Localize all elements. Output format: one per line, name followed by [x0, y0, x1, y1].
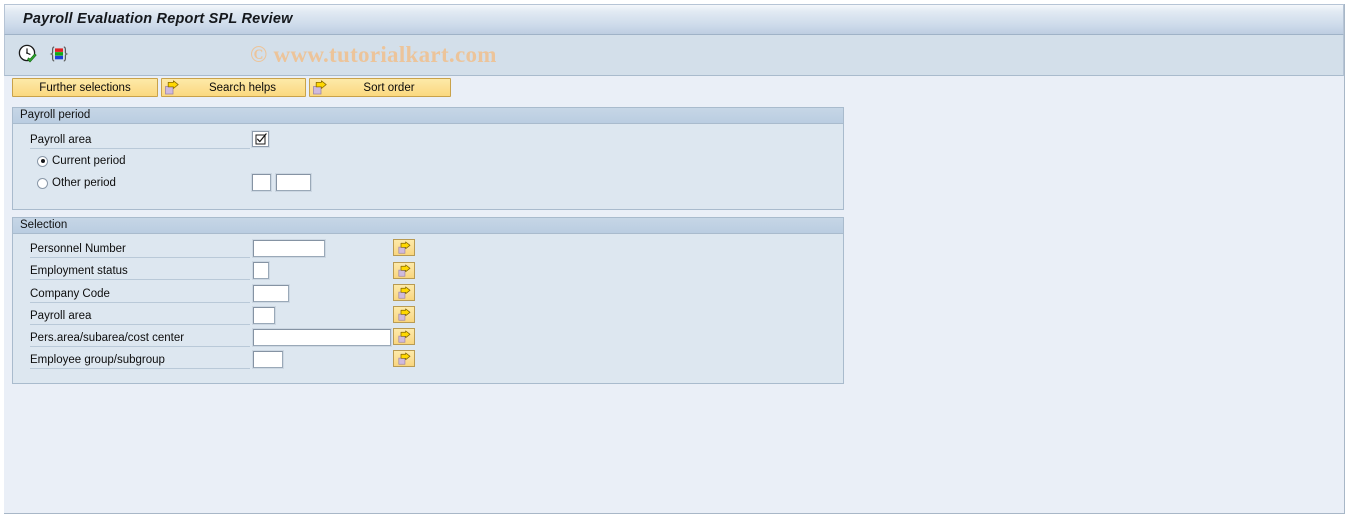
application-window: Payroll Evaluation Report SPL Review © w… — [4, 4, 1345, 514]
arrow-right-icon — [163, 79, 180, 96]
arrow-right-icon — [397, 264, 412, 278]
employee-group-subgroup-multi-select-button[interactable] — [393, 350, 415, 367]
other-period-input[interactable] — [251, 173, 272, 192]
search-helps-button[interactable]: Search helps — [161, 78, 306, 97]
execute-clock-icon[interactable] — [16, 42, 40, 66]
arrow-right-icon — [397, 330, 412, 344]
company-code-input[interactable] — [252, 284, 290, 303]
personnel-number-label: Personnel Number — [30, 241, 250, 258]
payroll-area-label: Payroll area — [30, 132, 250, 149]
payroll-area-picker-button[interactable] — [251, 130, 270, 148]
selection-title: Selection — [20, 219, 68, 231]
employment-status-input[interactable] — [252, 261, 270, 280]
toolbar — [4, 35, 1344, 76]
pers-area-subarea-cost-center-input[interactable] — [252, 328, 392, 347]
personnel-number-multi-select-button[interactable] — [393, 239, 415, 256]
pers-area-subarea-cost-center-label: Pers.area/subarea/cost center — [30, 330, 250, 347]
radio-current-period-label: Current period — [52, 155, 126, 167]
radio-current-period[interactable]: Current period — [37, 155, 126, 167]
employment-status-multi-select-button[interactable] — [393, 262, 415, 279]
further-selections-label: Further selections — [39, 81, 131, 94]
employment-status-label: Employment status — [30, 263, 250, 280]
further-selections-button[interactable]: Further selections — [12, 78, 158, 97]
arrow-right-icon — [397, 352, 412, 366]
other-period-year-input[interactable] — [275, 173, 312, 192]
selection-payroll-area-multi-select-button[interactable] — [393, 306, 415, 323]
multiple-selection-icon[interactable] — [47, 42, 71, 66]
radio-current-period-indicator — [37, 155, 48, 167]
arrow-right-icon — [397, 286, 412, 300]
radio-other-period-indicator — [37, 177, 48, 189]
payroll-period-title: Payroll period — [20, 109, 91, 121]
sort-order-label: Sort order — [363, 81, 415, 94]
sort-order-button[interactable]: Sort order — [309, 78, 451, 97]
personnel-number-input[interactable] — [252, 239, 326, 258]
arrow-right-icon — [397, 241, 412, 255]
title-bar: Payroll Evaluation Report SPL Review — [4, 4, 1344, 35]
page-title: Payroll Evaluation Report SPL Review — [23, 11, 293, 27]
arrow-right-icon — [311, 79, 328, 96]
selection-payroll-area-input[interactable] — [252, 306, 276, 325]
employee-group-subgroup-label: Employee group/subgroup — [30, 352, 250, 369]
selection-header: Selection — [13, 218, 843, 234]
toolbar-icon-group — [16, 42, 71, 66]
employee-group-subgroup-input[interactable] — [252, 350, 284, 369]
sap-screen: Payroll Evaluation Report SPL Review © w… — [0, 0, 1357, 522]
selection-group: Selection Personnel Number Employment st… — [12, 217, 844, 384]
radio-other-period-label: Other period — [52, 177, 116, 189]
radio-other-period[interactable]: Other period — [37, 177, 116, 189]
payroll-period-group: Payroll period Payroll area Current peri… — [12, 107, 844, 210]
company-code-multi-select-button[interactable] — [393, 284, 415, 301]
selection-payroll-area-label: Payroll area — [30, 308, 250, 325]
search-helps-label: Search helps — [208, 81, 277, 94]
pers-area-subarea-cost-center-multi-select-button[interactable] — [393, 328, 415, 345]
checkbox-checked-icon — [255, 133, 267, 145]
arrow-right-icon — [397, 308, 412, 322]
company-code-label: Company Code — [30, 286, 250, 303]
payroll-period-header: Payroll period — [13, 108, 843, 124]
selection-action-bar: Further selections Search helps Sort ord… — [4, 76, 1344, 104]
